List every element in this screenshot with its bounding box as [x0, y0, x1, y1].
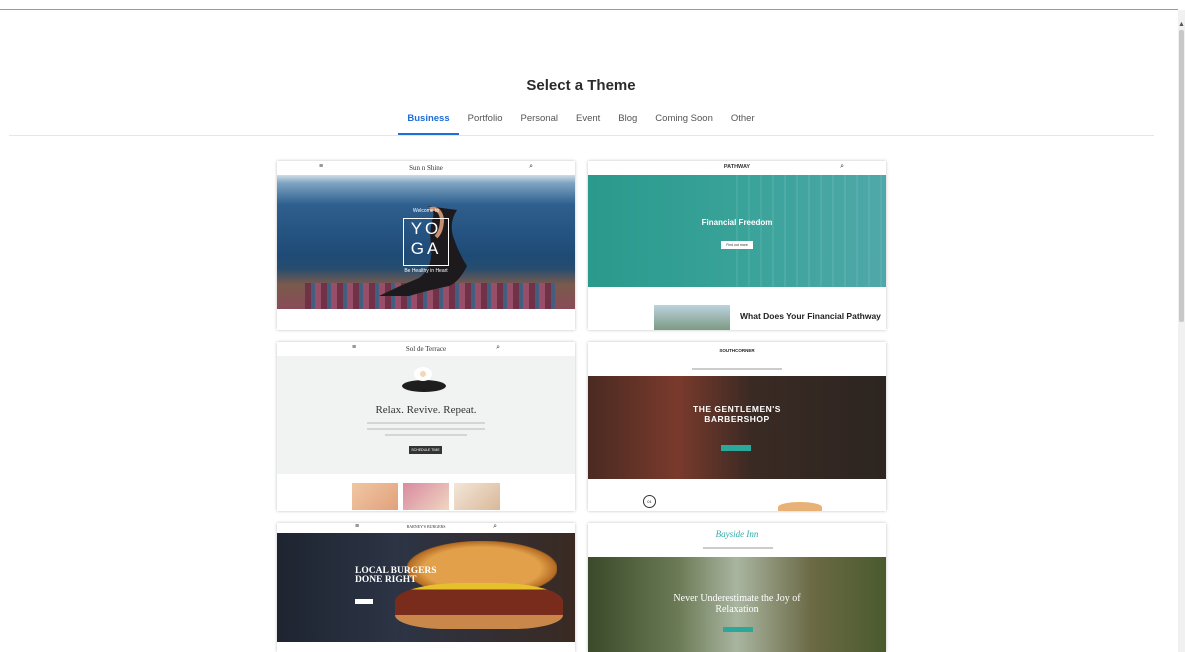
gallery-thumbnail: [403, 483, 449, 510]
page-title: Select a Theme: [526, 77, 636, 94]
headline-line-1: THE GENTLEMEN'S: [693, 404, 781, 414]
scroll-thumb[interactable]: [1179, 30, 1184, 322]
theme-headline: Relax. Revive. Repeat.: [375, 404, 477, 416]
theme-nav: [703, 547, 773, 549]
theme-header: ≡ BARNEY'S BURGERS ⌕: [277, 523, 575, 533]
body-text-line: [367, 422, 485, 424]
theme-hero-image: [588, 376, 886, 479]
gallery-thumbnail: [454, 483, 500, 510]
search-icon: ⌕: [840, 163, 844, 170]
body-text-line: [367, 428, 485, 430]
theme-brand: Bayside Inn: [715, 529, 759, 539]
theme-tagline: Be Healthy in Heart: [404, 268, 448, 274]
body-text-line: [385, 434, 467, 436]
theme-cta-button: SCHEDULE TIME: [409, 446, 442, 454]
section-image: [654, 305, 730, 330]
tab-event[interactable]: Event: [567, 112, 609, 134]
spa-stones-image: [402, 380, 446, 392]
theme-header: PATHWAY ⌕: [588, 161, 886, 175]
theme-subheading: What Does Your Financial Pathway: [740, 311, 881, 321]
tab-blog[interactable]: Blog: [609, 112, 646, 134]
top-border: [0, 9, 1178, 10]
theme-brand: SOUTHCORNER: [719, 348, 755, 353]
theme-card-pathway[interactable]: PATHWAY ⌕ Financial Freedom Find out mor…: [588, 161, 886, 330]
theme-card-spa[interactable]: ≡ Sol de Terrace ⌕ Relax. Revive. Repeat…: [277, 342, 575, 511]
theme-cta-button: Find out more: [721, 241, 753, 249]
theme-headline: Financial Freedom: [701, 218, 773, 227]
theme-card-barbershop[interactable]: SOUTHCORNER THE GENTLEMEN'S BARBERSHOP 0…: [588, 342, 886, 511]
theme-card-yoga[interactable]: ≡ Sun n Shine ⌕ Welcome to YO GA Be Heal…: [277, 161, 575, 330]
theme-brand: BARNEY'S BURGERS: [406, 524, 446, 529]
theme-headline: LOCAL BURGERS DONE RIGHT: [355, 566, 437, 585]
theme-header: ≡ Sol de Terrace ⌕: [277, 342, 575, 356]
theme-brand: Sol de Terrace: [405, 345, 447, 353]
headline-line-2: Relaxation: [715, 604, 759, 615]
headline-line-2: GA: [410, 239, 442, 258]
headline-line-1: Never Underestimate the Joy of: [673, 593, 801, 604]
theme-header: ≡ Sun n Shine ⌕: [277, 161, 575, 175]
theme-cta-button: [723, 627, 753, 632]
scrollbar[interactable]: ▲: [1178, 10, 1185, 652]
theme-cta-button: [721, 445, 751, 451]
scroll-up-arrow-icon[interactable]: ▲: [1178, 21, 1185, 29]
search-icon: ⌕: [496, 344, 500, 351]
section-image: [778, 502, 822, 511]
theme-kicker: Welcome to: [412, 208, 440, 214]
headline-line-2: BARBERSHOP: [704, 414, 770, 424]
tab-portfolio[interactable]: Portfolio: [459, 112, 512, 134]
building-columns-image: [736, 175, 886, 287]
theme-cta-button: [355, 599, 373, 604]
tab-other[interactable]: Other: [722, 112, 764, 134]
theme-card-inn[interactable]: Bayside Inn Never Underestimate the Joy …: [588, 523, 886, 652]
tab-business[interactable]: Business: [398, 112, 459, 135]
theme-card-burgers[interactable]: ≡ BARNEY'S BURGERS ⌕ LOCAL BURGERS DONE …: [277, 523, 575, 652]
theme-headline: Never Underestimate the Joy of Relaxatio…: [588, 593, 886, 615]
search-icon: ⌕: [529, 163, 533, 170]
theme-headline: YO GA: [403, 218, 449, 266]
headline-line-1: YO: [410, 219, 442, 238]
headline-line-2: DONE RIGHT: [355, 575, 417, 585]
search-icon: ⌕: [493, 523, 497, 530]
tabs-divider: [9, 135, 1154, 136]
flower-image: [414, 367, 432, 381]
gallery-thumbnail: [352, 483, 398, 510]
theme-category-tabs: Business Portfolio Personal Event Blog C…: [0, 112, 1162, 135]
theme-nav: [692, 368, 782, 370]
burger-patty-image: [395, 583, 563, 629]
tab-personal[interactable]: Personal: [511, 112, 567, 134]
theme-headline: THE GENTLEMEN'S BARBERSHOP: [588, 404, 886, 424]
tab-coming-soon[interactable]: Coming Soon: [646, 112, 722, 134]
badge-icon: 01: [643, 495, 656, 508]
